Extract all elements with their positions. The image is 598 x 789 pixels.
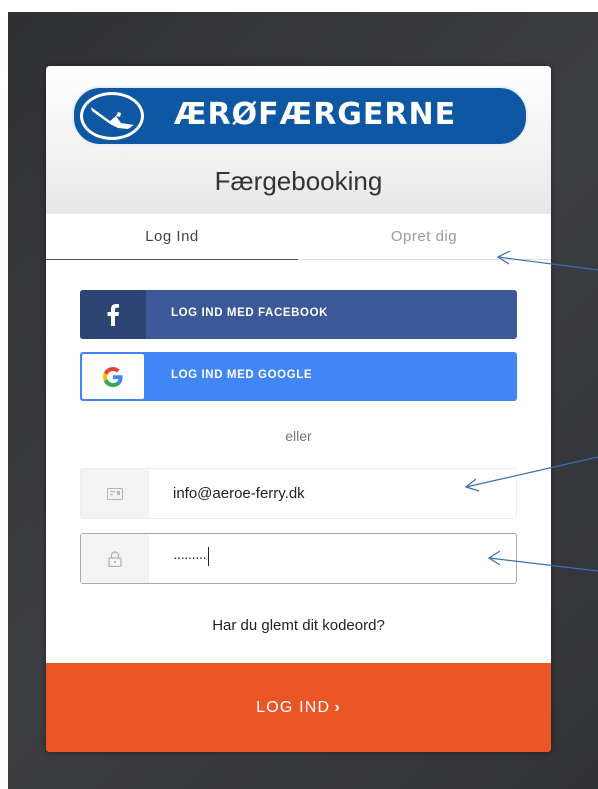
- tab-opret-dig[interactable]: Opret dig: [298, 228, 550, 245]
- lock-icon: [81, 534, 149, 583]
- active-tab-indicator: [46, 259, 298, 260]
- brand-logo: ÆRØFÆRGERNE: [72, 86, 528, 146]
- email-field[interactable]: info@aeroe-ferry.dk: [80, 468, 517, 519]
- facebook-login-button[interactable]: LOG IND MED FACEBOOK: [80, 290, 517, 339]
- password-field[interactable]: ·········: [80, 533, 517, 584]
- login-card: ÆRØFÆRGERNE Færgebooking Log Ind Opret d…: [46, 66, 551, 752]
- text-caret: [207, 546, 210, 566]
- login-submit-label: LOG IND: [256, 699, 331, 716]
- facebook-icon: [80, 290, 146, 339]
- password-mask: ·········: [173, 549, 207, 565]
- brand-logo-text: ÆRØFÆRGERNE: [174, 97, 457, 132]
- login-submit-button[interactable]: LOG IND ›: [46, 663, 551, 752]
- password-value: ·········: [173, 546, 210, 566]
- google-login-label: LOG IND MED GOOGLE: [171, 369, 313, 381]
- forgot-password-link[interactable]: Har du glemt dit kodeord?: [46, 617, 551, 634]
- tab-divider: [298, 259, 551, 260]
- email-value: info@aeroe-ferry.dk: [173, 485, 305, 502]
- card-header: ÆRØFÆRGERNE Færgebooking: [46, 66, 551, 214]
- tab-log-ind[interactable]: Log Ind: [46, 228, 298, 245]
- google-login-button[interactable]: LOG IND MED GOOGLE: [80, 352, 517, 401]
- page-title: Færgebooking: [214, 166, 383, 196]
- chevron-right-icon: ›: [334, 699, 341, 716]
- or-separator: eller: [285, 428, 312, 444]
- ferry-emblem-icon: [80, 92, 144, 140]
- id-card-icon: [81, 469, 149, 518]
- google-icon: [82, 354, 144, 399]
- facebook-login-label: LOG IND MED FACEBOOK: [171, 307, 329, 319]
